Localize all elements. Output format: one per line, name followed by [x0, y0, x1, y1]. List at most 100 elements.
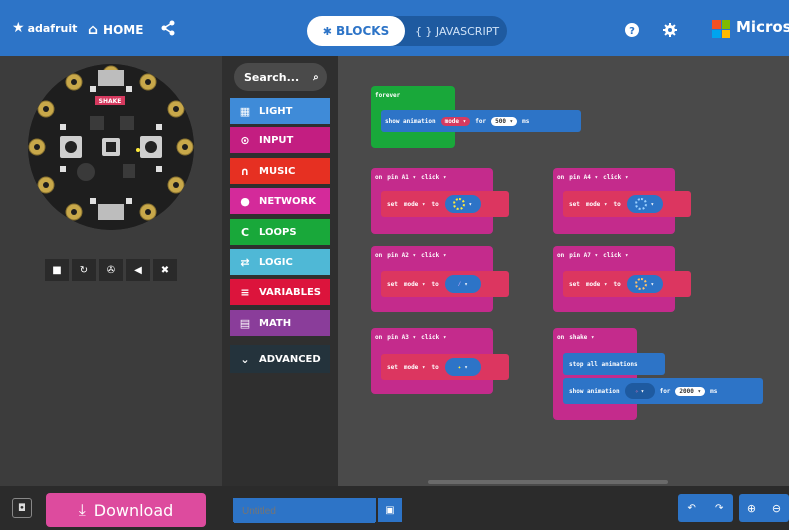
category-math[interactable]: ▤ MATH [230, 310, 330, 336]
variable-dropdown[interactable]: mode ▾ [586, 281, 608, 288]
tab-blocks[interactable]: ✱ BLOCKS [307, 16, 405, 46]
slowmo-button[interactable]: ✇ [99, 259, 123, 281]
set-mode-block[interactable]: set mode ▾ to ▾ [563, 191, 691, 217]
ms-label: ms [710, 387, 718, 395]
javascript-label: { } JAVASCRIPT [414, 24, 500, 38]
simulator-toolbar: ■ ↻ ✇ ◀ ✖ [45, 259, 177, 281]
event-dropdown[interactable]: click ▾ [603, 252, 628, 259]
animation-picker[interactable]: ✧ ▾ [624, 383, 655, 399]
category-advanced[interactable]: ⌄ ADVANCED [230, 345, 330, 373]
stop-simulator-button[interactable]: ■ [45, 259, 69, 281]
loop-icon: C [240, 225, 250, 239]
set-mode-block[interactable]: set mode ▾ to ⁄ ▾ [381, 271, 509, 297]
puzzle-icon: ✱ [322, 24, 332, 38]
category-label: LOOPS [259, 226, 297, 238]
circuit-playground-board[interactable]: SHAKE [28, 64, 194, 230]
category-light[interactable]: ▦ LIGHT [230, 98, 330, 124]
pin-dropdown[interactable]: pin A2 ▾ [387, 252, 416, 259]
event-dropdown[interactable]: click ▾ [603, 174, 628, 181]
microsoft-logo-icon [712, 20, 730, 38]
pin-dropdown[interactable]: pin A7 ▾ [569, 252, 598, 259]
pin-dropdown[interactable]: pin A1 ▾ [387, 174, 416, 181]
horizontal-scrollbar[interactable] [428, 480, 668, 484]
download-icon: ⤓ [78, 500, 86, 519]
category-music[interactable]: ∩ MUSIC [230, 158, 330, 184]
variable-dropdown[interactable]: mode ▾ [586, 201, 608, 208]
category-loops[interactable]: C LOOPS [230, 219, 330, 245]
zoom-in-icon[interactable]: ⊕ [747, 502, 756, 515]
blocks-workspace[interactable]: forever show animation mode ▾ for 500 ▾ … [338, 56, 789, 486]
event-dropdown[interactable]: click ▾ [421, 252, 446, 259]
set-mode-block[interactable]: set mode ▾ to ✦ ▾ [381, 354, 509, 380]
toolbox-panel: Search... ⌕ ▦ LIGHT ⊙ INPUT ∩ MUSIC ● NE… [222, 56, 338, 486]
animation-picker[interactable]: ▾ [444, 195, 481, 213]
on-label: on [375, 334, 383, 341]
save-button[interactable]: ▣ [378, 498, 402, 522]
pin-dropdown[interactable]: pin A4 ▾ [569, 174, 598, 181]
set-mode-block[interactable]: set mode ▾ to ▾ [381, 191, 509, 217]
ms-label: ms [522, 117, 530, 125]
home-button[interactable]: ⌂ HOME [88, 22, 143, 38]
redo-icon[interactable]: ↷ [715, 503, 723, 514]
set-mode-block[interactable]: set mode ▾ to ▾ [563, 271, 691, 297]
event-dropdown[interactable]: click ▾ [421, 334, 446, 341]
project-name-input[interactable] [234, 500, 375, 523]
category-label: NETWORK [259, 195, 317, 207]
search-box[interactable]: Search... ⌕ [234, 63, 327, 91]
home-icon: ⌂ [88, 22, 99, 38]
show-animation-block[interactable]: show animation mode ▾ for 500 ▾ ms [381, 110, 581, 132]
mute-button[interactable]: ◀ [126, 259, 150, 281]
settings-button[interactable] [663, 22, 677, 41]
animation-picker[interactable]: ▾ [626, 195, 663, 213]
restart-simulator-button[interactable]: ↻ [72, 259, 96, 281]
show-animation-block[interactable]: show animation ✧ ▾ for 2000 ▾ ms [563, 378, 763, 404]
collapse-simulator-button[interactable]: ◘ [12, 498, 32, 518]
animation-picker[interactable]: ▾ [626, 275, 663, 293]
duration-dropdown[interactable]: 2000 ▾ [675, 386, 706, 396]
color-wipe-animation-icon [635, 278, 648, 290]
shuffle-icon: ⇄ [240, 255, 250, 269]
variable-dropdown[interactable]: mode ▾ [404, 201, 426, 208]
tab-javascript[interactable]: { } JAVASCRIPT [407, 16, 507, 46]
download-label: Download [93, 500, 174, 520]
undo-icon[interactable]: ↶ [688, 503, 696, 514]
chevron-down-icon: ▾ [640, 387, 645, 395]
for-label: for [659, 387, 671, 395]
category-input[interactable]: ⊙ INPUT [230, 127, 330, 153]
share-button[interactable] [160, 20, 176, 40]
stop-animations-block[interactable]: stop all animations [563, 353, 665, 375]
zoom-out-icon[interactable]: ⊖ [772, 502, 781, 515]
home-label: HOME [103, 23, 144, 37]
animation-picker[interactable]: ⁄ ▾ [444, 275, 481, 293]
adafruit-logo[interactable]: ★ adafruit [12, 20, 77, 36]
help-icon: ? [625, 23, 639, 37]
logo-text: adafruit [27, 21, 78, 35]
slowmo-icon: ✇ [106, 264, 116, 276]
project-name-field [233, 498, 376, 523]
gear-icon [663, 23, 677, 37]
undo-redo-group: ↶ ↷ [678, 494, 733, 522]
category-label: VARIABLES [259, 286, 321, 298]
to-label: to [613, 200, 621, 208]
variable-dropdown[interactable]: mode ▾ [404, 364, 426, 371]
collapse-icon: ◘ [18, 502, 26, 514]
category-logic[interactable]: ⇄ LOGIC [230, 249, 330, 275]
mode-dropdown[interactable]: mode ▾ [440, 116, 471, 126]
pin-dropdown[interactable]: pin A3 ▾ [387, 334, 416, 341]
event-dropdown[interactable]: click ▾ [421, 174, 446, 181]
category-variables[interactable]: ≡ VARIABLES [230, 279, 330, 305]
share-icon [161, 20, 175, 36]
category-network[interactable]: ● NETWORK [230, 188, 330, 214]
download-button[interactable]: ⤓ Download [46, 493, 206, 527]
on-label: on [557, 174, 565, 181]
fullscreen-button[interactable]: ✖ [153, 259, 177, 281]
help-button[interactable]: ? [625, 22, 639, 41]
variable-dropdown[interactable]: mode ▾ [404, 281, 426, 288]
svg-text:?: ? [629, 26, 635, 37]
to-label: to [613, 280, 621, 288]
animation-picker[interactable]: ✦ ▾ [444, 358, 481, 376]
show-animation-label: show animation [385, 117, 436, 125]
search-input[interactable]: Search... [244, 71, 299, 84]
duration-dropdown[interactable]: 500 ▾ [491, 116, 518, 126]
gesture-dropdown[interactable]: shake ▾ [569, 334, 594, 341]
